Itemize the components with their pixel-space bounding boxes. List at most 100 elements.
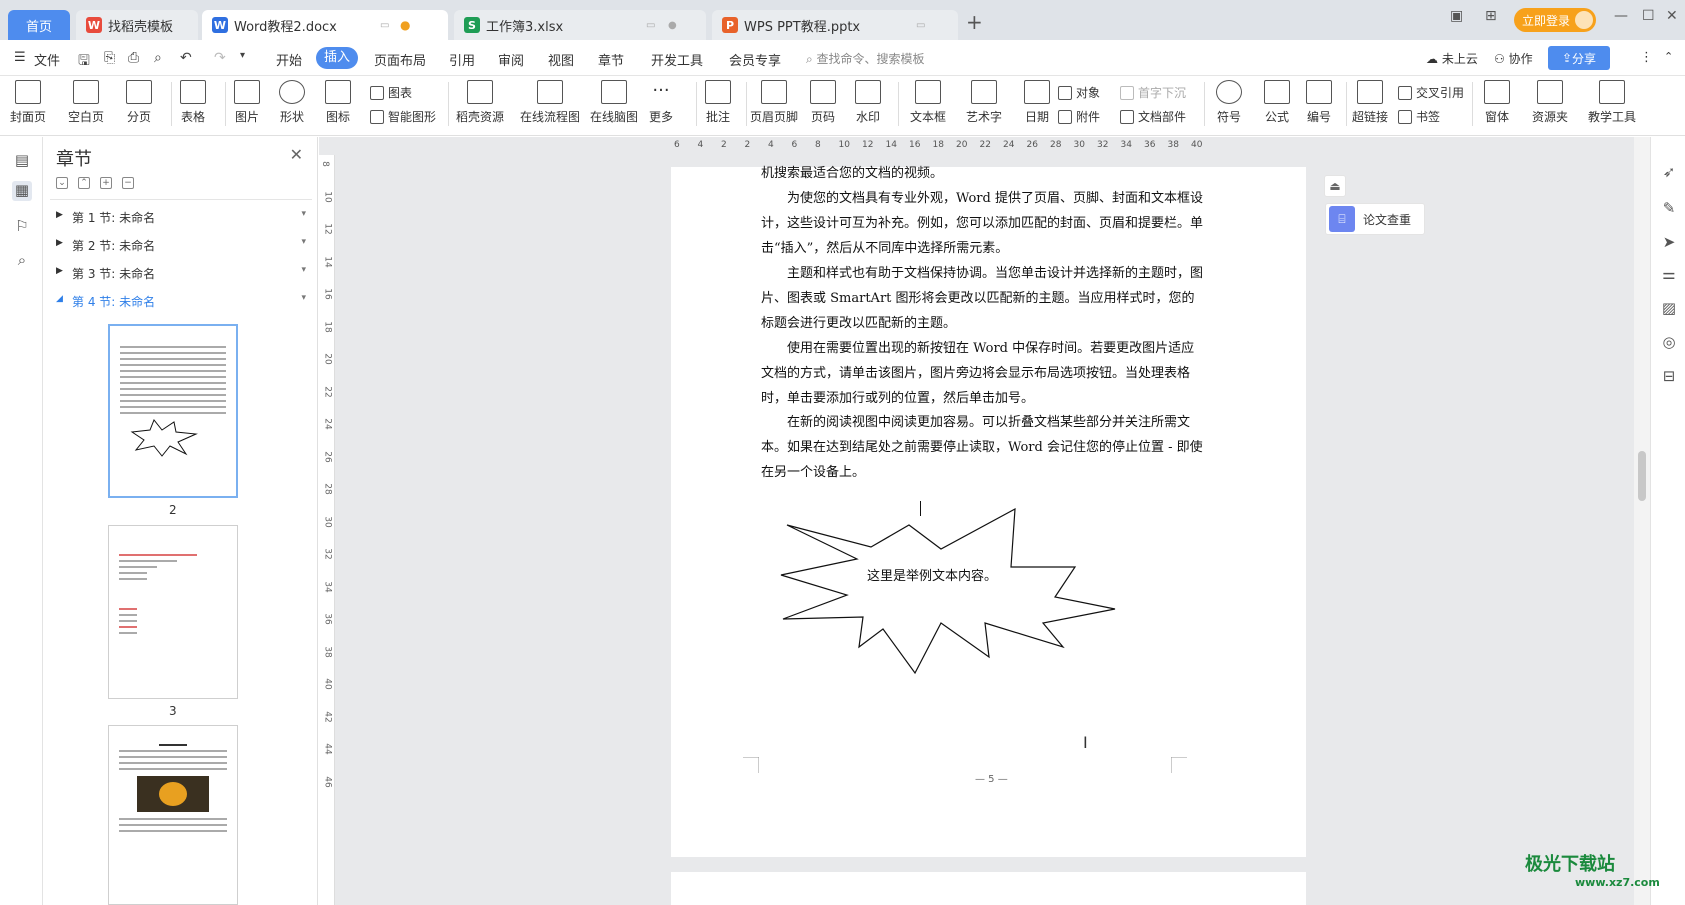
section-item-1[interactable]: ▶ 第 1 节: 未命名 ▾: [56, 205, 306, 229]
flowchart-button[interactable]: 在线流程图: [520, 80, 580, 125]
tab-template[interactable]: W 找稻壳模板: [76, 10, 198, 40]
remove-section-icon[interactable]: −: [122, 177, 134, 189]
docparts-button[interactable]: 文档部件: [1120, 108, 1186, 125]
menu-review[interactable]: 审阅: [498, 50, 524, 69]
picture-button[interactable]: 图片: [234, 80, 260, 125]
numbering-button[interactable]: 编号: [1306, 80, 1332, 125]
document-page[interactable]: 机搜索最适合您的文档的视频。 为使您的文档具有专业外观，Word 提供了页眉、页…: [671, 166, 1306, 857]
save-icon[interactable]: 🖫: [78, 50, 90, 74]
next-page[interactable]: [671, 872, 1306, 905]
tab-home[interactable]: 首页: [8, 10, 70, 40]
cover-page-button[interactable]: 封面页: [10, 80, 46, 125]
grid-icon[interactable]: ⊞: [1485, 8, 1497, 24]
resources-button[interactable]: 资源夹: [1532, 80, 1568, 125]
document-scrollbar[interactable]: [1634, 137, 1650, 905]
share-button[interactable]: ⇪ 分享: [1548, 46, 1610, 70]
document-icon[interactable]: ▤: [12, 151, 32, 171]
pointer-icon[interactable]: ➤: [1659, 233, 1679, 253]
attachment-button[interactable]: 附件: [1058, 108, 1100, 125]
thesis-check-button[interactable]: ⌸ 论文查重: [1325, 203, 1425, 235]
collapse-ribbon-icon[interactable]: ⌃: [1664, 50, 1673, 63]
menu-file[interactable]: 文件: [34, 50, 60, 69]
date-button[interactable]: 日期: [1024, 80, 1050, 125]
monitor-icon[interactable]: ▭: [916, 20, 925, 31]
rocket-icon[interactable]: ➶: [1659, 163, 1679, 183]
watermark-button[interactable]: 水印: [855, 80, 881, 125]
maximize-icon[interactable]: ☐: [1642, 8, 1655, 24]
paragraph[interactable]: 为使您的文档具有专业外观，Word 提供了页眉、页脚、封面和文本框设计，这些设计…: [761, 186, 1206, 261]
close-icon[interactable]: ✕: [1666, 8, 1678, 24]
add-section-icon[interactable]: +: [100, 177, 112, 189]
paragraph[interactable]: 机搜索最适合您的文档的视频。: [761, 161, 1206, 186]
menu-view[interactable]: 视图: [548, 50, 574, 69]
monitor-icon[interactable]: ▭: [380, 20, 389, 31]
chevron-down-icon[interactable]: ▾: [301, 209, 306, 219]
book-icon[interactable]: ⊟: [1659, 367, 1679, 387]
sliders-icon[interactable]: ⚌: [1659, 265, 1679, 285]
close-icon[interactable]: ✕: [290, 145, 303, 164]
bookmark-button[interactable]: 书签: [1398, 108, 1440, 125]
redo-icon[interactable]: ↷: [214, 50, 226, 66]
collapse-all-icon[interactable]: ⌃: [78, 177, 90, 189]
tab-doc[interactable]: W Word教程2.docx ▭ ●: [202, 10, 448, 40]
cloud-status[interactable]: ☁ 未上云: [1426, 50, 1478, 67]
shape-text[interactable]: 这里是举例文本内容。: [867, 565, 997, 584]
menu-developer[interactable]: 开发工具: [651, 50, 703, 69]
smartart-button[interactable]: 智能图形: [370, 108, 436, 125]
section-item-3[interactable]: ▶ 第 3 节: 未命名 ▾: [56, 261, 306, 285]
preview-icon[interactable]: ⌕: [154, 50, 162, 66]
compass-icon[interactable]: ◎: [1659, 333, 1679, 353]
collab-button[interactable]: ⚇ 协作: [1494, 50, 1533, 67]
menu-start[interactable]: 开始: [276, 50, 302, 69]
mindmap-button[interactable]: 在线脑图: [590, 80, 638, 125]
symbol-button[interactable]: 符号: [1216, 80, 1242, 125]
chevron-down-icon[interactable]: ▾: [301, 293, 306, 303]
chevron-down-icon[interactable]: ▾: [240, 50, 245, 61]
tab-ppt[interactable]: P WPS PPT教程.pptx ▭: [712, 10, 958, 40]
teaching-tools-button[interactable]: 教学工具: [1588, 80, 1636, 125]
page-thumbnail-4[interactable]: [108, 725, 238, 905]
hyperlink-button[interactable]: 超链接: [1352, 80, 1388, 125]
more-vertical-icon[interactable]: ⋮: [1640, 50, 1653, 65]
minimize-icon[interactable]: —: [1614, 8, 1628, 24]
image-tool-icon[interactable]: ▨: [1659, 299, 1679, 319]
section-item-4[interactable]: ◢ 第 4 节: 未命名 ▾: [56, 289, 306, 313]
layout-icon[interactable]: ▣: [1450, 8, 1463, 24]
menu-insert[interactable]: 插入: [316, 47, 358, 69]
page-number-button[interactable]: 页码: [810, 80, 836, 125]
chevron-down-icon[interactable]: ▾: [301, 237, 306, 247]
login-button[interactable]: 立即登录: [1514, 8, 1596, 32]
menu-chapter[interactable]: 章节: [598, 50, 624, 69]
chart-button[interactable]: 图表: [370, 84, 412, 101]
section-item-2[interactable]: ▶ 第 2 节: 未命名 ▾: [56, 233, 306, 257]
scrollbar-thumb[interactable]: [1638, 451, 1646, 501]
paragraph[interactable]: 在新的阅读视图中阅读更加容易。可以折叠文档某些部分并关注所需文本。如果在达到结尾…: [761, 410, 1206, 485]
header-footer-button[interactable]: 页眉页脚: [750, 80, 798, 125]
object-button[interactable]: 对象: [1058, 84, 1100, 101]
search-icon[interactable]: ⌕: [12, 251, 32, 271]
shape-button[interactable]: 形状: [279, 80, 305, 125]
hamburger-icon[interactable]: ☰: [14, 50, 26, 65]
export-icon[interactable]: ⎘: [104, 50, 115, 66]
expand-all-icon[interactable]: ⌄: [56, 177, 68, 189]
monitor-icon[interactable]: ▭: [646, 20, 655, 31]
paragraph[interactable]: 主题和样式也有助于文档保持协调。当您单击设计并选择新的主题时，图片、图表或 Sm…: [761, 261, 1206, 336]
table-button[interactable]: 表格: [180, 80, 206, 125]
paragraph[interactable]: 使用在需要位置出现的新按钮在 Word 中保存时间。若要更改图片适应文档的方式，…: [761, 336, 1206, 411]
crossref-button[interactable]: 交叉引用: [1398, 84, 1464, 101]
dropcap-button[interactable]: 首字下沉: [1120, 84, 1186, 101]
menu-references[interactable]: 引用: [449, 50, 475, 69]
window-button[interactable]: 窗体: [1484, 80, 1510, 125]
menu-member[interactable]: 会员专享: [729, 50, 781, 69]
page-break-button[interactable]: 分页: [126, 80, 152, 125]
icon-library-button[interactable]: 图标: [325, 80, 351, 125]
explosion-shape[interactable]: [771, 497, 1151, 687]
undo-icon[interactable]: ↶: [180, 50, 192, 66]
new-tab-button[interactable]: +: [966, 10, 983, 34]
more-button[interactable]: ··· 更多: [648, 80, 674, 125]
blank-page-button[interactable]: 空白页: [68, 80, 104, 125]
chapter-nav-icon[interactable]: ▦: [12, 181, 32, 201]
collapse-panel-icon[interactable]: ⏏: [1324, 175, 1346, 197]
horizontal-ruler[interactable]: 6 4 2 2 4 6 8 10 12 14 16 18 20 22 24 26 28 30 32 34 36 38 40: [674, 140, 1624, 154]
vertical-ruler[interactable]: 8 10 12 14 16 18 20 22 24 26 28 30 32 34 36 38 40 42 44 46: [319, 155, 335, 905]
